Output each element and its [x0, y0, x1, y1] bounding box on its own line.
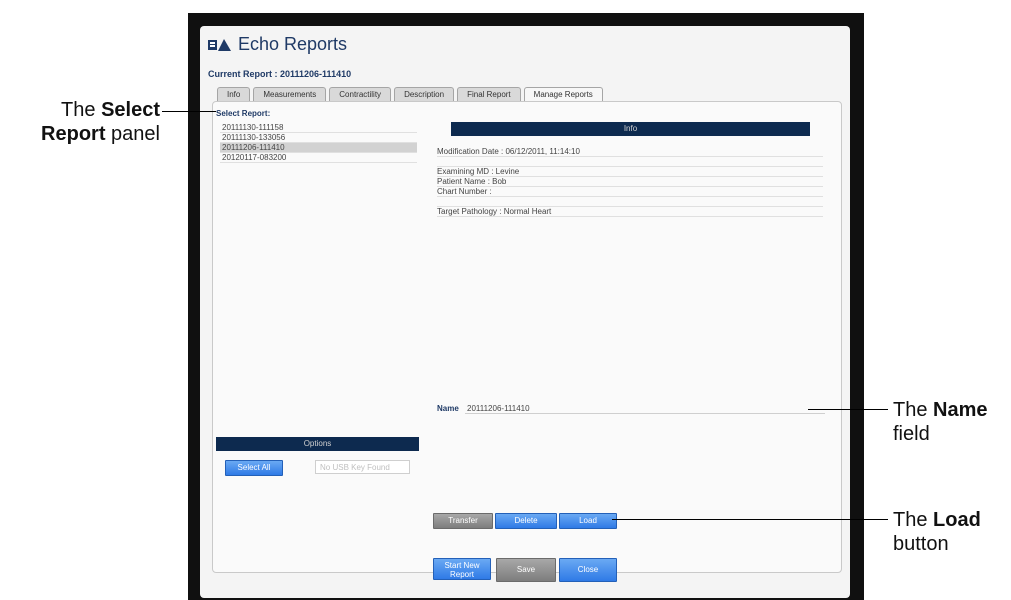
annotation-bold: Select: [101, 99, 160, 121]
load-button[interactable]: Load: [559, 513, 617, 529]
select-report-annotation: The Select Report panel: [40, 98, 160, 146]
tab-measurements[interactable]: Measurements: [253, 87, 327, 102]
tab-description[interactable]: Description: [394, 87, 455, 102]
name-leader-line: [808, 409, 888, 410]
report-list-item[interactable]: 20120117-083200: [220, 153, 417, 163]
window-title: Echo Reports: [208, 34, 347, 55]
annotation-bold: Report: [41, 123, 106, 145]
window-title-text: Echo Reports: [238, 34, 348, 54]
examining-md: Examining MD : Levine: [437, 167, 823, 177]
tab-final-report[interactable]: Final Report: [457, 87, 521, 102]
start-new-report-button[interactable]: Start New Report: [433, 558, 491, 580]
close-button[interactable]: Close: [559, 558, 617, 582]
current-report-label: Current Report : 20111206-111410: [208, 69, 352, 79]
annotation-text: The: [893, 509, 934, 531]
tab-info[interactable]: Info: [217, 87, 251, 102]
divider: [437, 157, 823, 167]
load-leader-line: [612, 519, 888, 520]
annotation-bold: Load: [933, 509, 981, 531]
info-details: Modification Date : 06/12/2011, 11:14:10…: [437, 147, 823, 217]
report-list-item[interactable]: 20111130-133056: [220, 133, 417, 143]
annotation-text: button: [893, 533, 949, 555]
annotation-bold: Name: [933, 399, 988, 421]
annotation-text: The: [61, 99, 102, 121]
select-report-leader-line: [162, 111, 216, 112]
report-list-item-selected[interactable]: 20111206-111410: [220, 143, 417, 153]
name-annotation: The Name field: [893, 398, 988, 446]
annotation-text: field: [893, 423, 930, 445]
info-header: Info: [451, 122, 810, 136]
select-all-button[interactable]: Select All: [225, 460, 283, 476]
chart-number: Chart Number :: [437, 187, 823, 197]
target-pathology: Target Pathology : Normal Heart: [437, 207, 823, 217]
report-list-item[interactable]: 20111130-111158: [220, 123, 417, 133]
transfer-button[interactable]: Transfer: [433, 513, 493, 529]
echo-reports-logo-icon: [208, 38, 231, 51]
modification-date: Modification Date : 06/12/2011, 11:14:10: [437, 147, 823, 157]
options-header: Options: [216, 437, 419, 451]
annotation-text: panel: [105, 123, 160, 145]
load-annotation: The Load button: [893, 508, 981, 556]
divider: [437, 197, 823, 207]
usb-key-field[interactable]: No USB Key Found: [315, 460, 410, 474]
report-label: Report: [449, 570, 474, 579]
name-field[interactable]: [465, 404, 825, 414]
patient-name: Patient Name : Bob: [437, 177, 823, 187]
start-new-label: Start New: [444, 561, 480, 570]
select-report-label: Select Report:: [216, 109, 271, 118]
delete-button[interactable]: Delete: [495, 513, 557, 529]
tab-contractility[interactable]: Contractility: [329, 87, 392, 102]
name-field-label: Name: [437, 404, 459, 413]
save-button[interactable]: Save: [496, 558, 556, 582]
annotation-text: The: [893, 399, 934, 421]
report-list: 20111130-111158 20111130-133056 20111206…: [220, 123, 417, 163]
